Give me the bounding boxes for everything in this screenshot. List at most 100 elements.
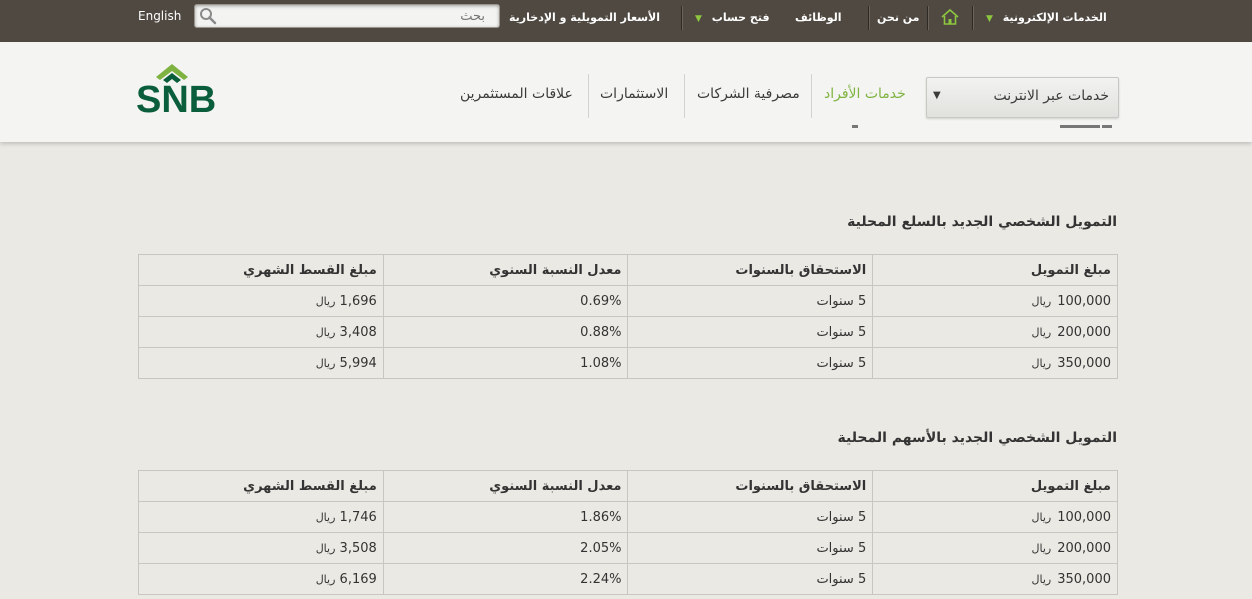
rate-cell: 0.88% (382, 316, 629, 348)
online-services-dropdown[interactable]: ▼ خدمات عبر الانترنت (926, 77, 1119, 118)
currency-label: ريال (1031, 356, 1052, 370)
installment-value: 5,994 (339, 355, 377, 371)
table-row: 350,000 ريال 5 سنوات 2.24% 6,169 ريال (138, 563, 1118, 595)
amount-value: 200,000 (1057, 324, 1111, 340)
amount-value: 350,000 (1057, 355, 1111, 371)
home-icon[interactable] (940, 7, 960, 27)
rate-cell: 1.08% (382, 347, 629, 379)
currency-label: ريال (1031, 294, 1052, 308)
financing-table-commodities: مبلغ التمويل الاستحقاق بالسنوات معدل الن… (138, 254, 1118, 379)
col-header-amount: مبلغ التمويل (872, 254, 1118, 286)
caret-down-icon: ▼ (986, 14, 993, 24)
term-cell: 5 سنوات (627, 316, 874, 348)
col-header-term: الاستحقاق بالسنوات (627, 254, 874, 286)
installment-value: 1,696 (339, 293, 377, 309)
currency-label: ريال (315, 572, 336, 586)
topbar-item-e-services[interactable]: ▼ الخدمات الإلكترونية (986, 0, 1107, 36)
installment-cell: 5,994 ريال (138, 347, 384, 379)
table-row: 100,000 ريال 5 سنوات 1.86% 1,746 ريال (138, 501, 1118, 533)
section-title-commodities: التمويل الشخصي الجديد بالسلع المحلية (847, 214, 1117, 230)
installment-value: 6,169 (339, 571, 377, 587)
col-header-term: الاستحقاق بالسنوات (627, 470, 874, 502)
amount-cell: 350,000 ريال (872, 347, 1118, 379)
table-row: 200,000 ريال 5 سنوات 0.88% 3,408 ريال (138, 316, 1118, 348)
caret-down-icon: ▼ (933, 90, 941, 101)
amount-value: 350,000 (1057, 571, 1111, 587)
search-box[interactable] (194, 4, 500, 28)
table-row: 200,000 ريال 5 سنوات 2.05% 3,508 ريال (138, 532, 1118, 564)
col-header-amount: مبلغ التمويل (872, 470, 1118, 502)
nav-divider (684, 74, 685, 118)
installment-cell: 3,408 ريال (138, 316, 384, 348)
nav-corporate-banking[interactable]: مصرفية الشركات (697, 86, 800, 102)
nav-personal-banking[interactable]: خدمات الأفراد (824, 86, 906, 102)
financing-table-shares: مبلغ التمويل الاستحقاق بالسنوات معدل الن… (138, 470, 1118, 595)
nav-investments[interactable]: الاستثمارات (600, 86, 668, 102)
col-header-rate: معدل النسبة السنوي (382, 470, 629, 502)
topbar-item-about[interactable]: من نحن (877, 0, 920, 36)
topbar-divider (972, 6, 974, 30)
rate-cell: 2.05% (382, 532, 629, 564)
topbar-divider (927, 6, 929, 30)
amount-value: 100,000 (1057, 293, 1111, 309)
clipped-page-heading (852, 125, 1112, 128)
logo-text: SNB (136, 79, 216, 116)
rate-cell: 1.86% (382, 501, 629, 533)
currency-label: ريال (1031, 541, 1052, 555)
currency-label: ريال (315, 510, 336, 524)
term-cell: 5 سنوات (627, 347, 874, 379)
rate-cell: 2.24% (382, 563, 629, 595)
e-services-label: الخدمات الإلكترونية (1002, 11, 1107, 24)
col-header-installment: مبلغ القسط الشهري (138, 254, 384, 286)
search-input[interactable] (221, 5, 491, 27)
table-header-row: مبلغ التمويل الاستحقاق بالسنوات معدل الن… (138, 470, 1118, 502)
term-cell: 5 سنوات (627, 563, 874, 595)
installment-cell: 1,746 ريال (138, 501, 384, 533)
table-row: 350,000 ريال 5 سنوات 1.08% 5,994 ريال (138, 347, 1118, 379)
topbar-item-jobs[interactable]: الوظائف (795, 0, 842, 36)
nav-investor-relations[interactable]: علاقات المستثمرين (460, 86, 573, 102)
currency-label: ريال (315, 294, 336, 308)
term-cell: 5 سنوات (627, 501, 874, 533)
amount-cell: 100,000 ريال (872, 285, 1118, 317)
english-language-link[interactable]: English (138, 0, 181, 32)
currency-label: ريال (315, 541, 336, 555)
amount-value: 100,000 (1057, 509, 1111, 525)
installment-value: 3,408 (339, 324, 377, 340)
amount-cell: 100,000 ريال (872, 501, 1118, 533)
currency-label: ريال (315, 325, 336, 339)
nav-divider (588, 74, 589, 118)
col-header-installment: مبلغ القسط الشهري (138, 470, 384, 502)
topbar-divider (681, 6, 683, 30)
table-header-row: مبلغ التمويل الاستحقاق بالسنوات معدل الن… (138, 254, 1118, 286)
installment-cell: 1,696 ريال (138, 285, 384, 317)
col-header-rate: معدل النسبة السنوي (382, 254, 629, 286)
caret-down-icon: ▼ (695, 14, 702, 24)
search-icon[interactable] (199, 7, 217, 25)
amount-cell: 200,000 ريال (872, 316, 1118, 348)
amount-cell: 350,000 ريال (872, 563, 1118, 595)
nav-divider (811, 74, 812, 118)
currency-label: ريال (1031, 572, 1052, 586)
installment-cell: 3,508 ريال (138, 532, 384, 564)
snb-logo[interactable]: SNB (136, 58, 250, 116)
currency-label: ريال (1031, 325, 1052, 339)
installment-value: 3,508 (339, 540, 377, 556)
topbar-item-rates[interactable]: الأسعار التمويلية و الإدخارية (509, 0, 660, 36)
amount-cell: 200,000 ريال (872, 532, 1118, 564)
online-services-label: خدمات عبر الانترنت (993, 88, 1109, 104)
currency-label: ريال (315, 356, 336, 370)
term-cell: 5 سنوات (627, 532, 874, 564)
top-utility-bar: English الأسعار التمويلية و الإدخارية ▼ … (0, 0, 1252, 42)
term-cell: 5 سنوات (627, 285, 874, 317)
installment-cell: 6,169 ريال (138, 563, 384, 595)
open-account-label: فتح حساب (711, 11, 770, 24)
topbar-divider (868, 6, 870, 30)
rate-cell: 0.69% (382, 285, 629, 317)
amount-value: 200,000 (1057, 540, 1111, 556)
section-title-shares: التمويل الشخصي الجديد بالأسهم المحلية (837, 430, 1118, 446)
installment-value: 1,746 (339, 509, 377, 525)
currency-label: ريال (1031, 510, 1052, 524)
table-row: 100,000 ريال 5 سنوات 0.69% 1,696 ريال (138, 285, 1118, 317)
topbar-item-open-account[interactable]: ▼ فتح حساب (695, 0, 770, 36)
